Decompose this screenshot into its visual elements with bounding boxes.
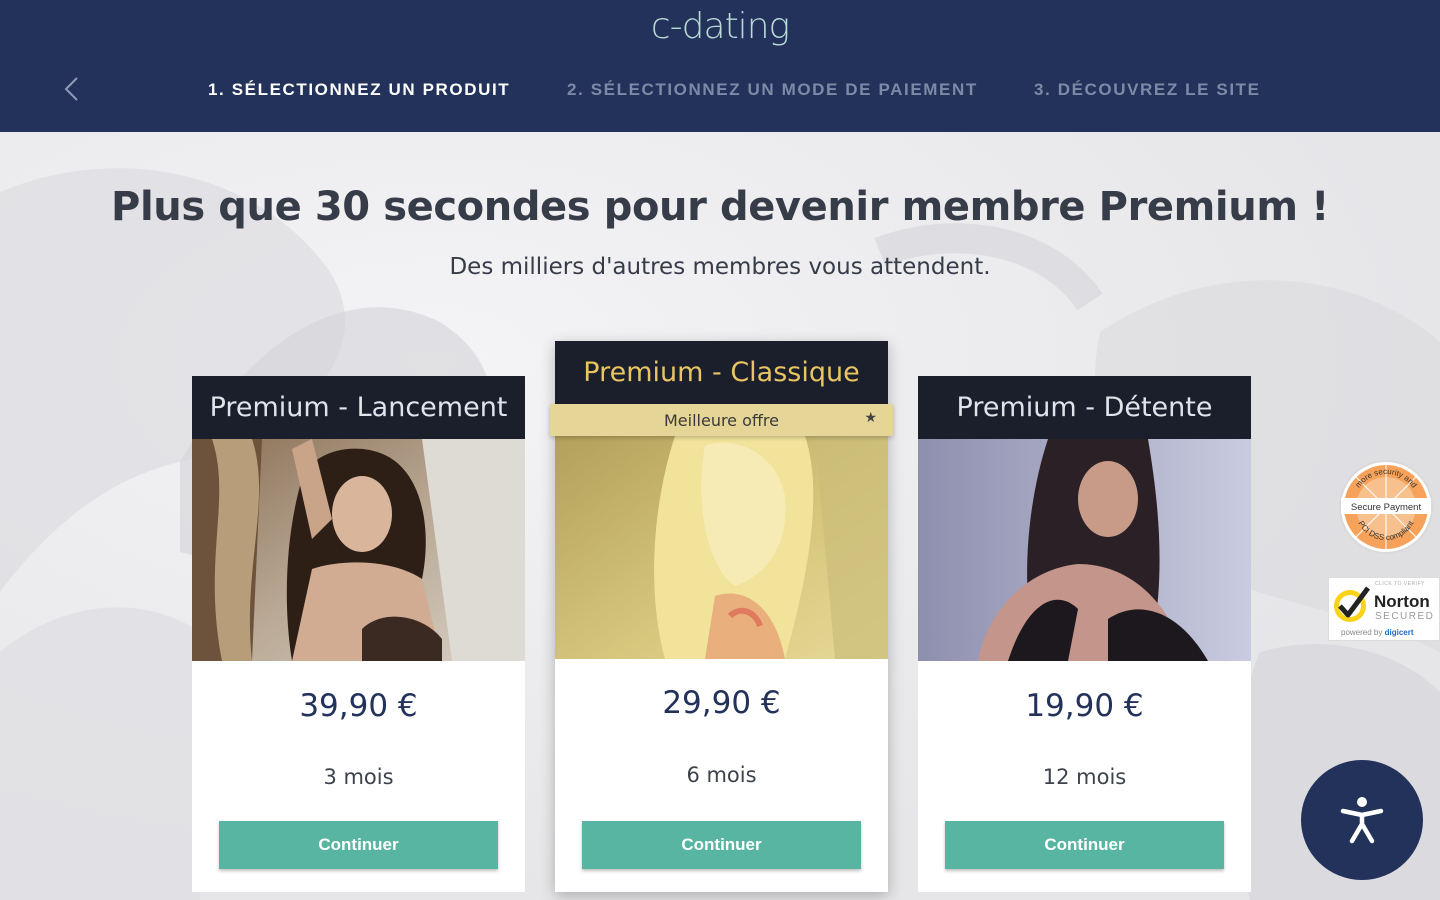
plan-duration: 12 mois <box>1042 765 1127 789</box>
step-select-product: 1. SÉLECTIONNEZ UN PRODUIT <box>208 80 511 99</box>
plan-duration: 3 mois <box>323 765 394 789</box>
best-offer-label: Meilleure offre <box>663 410 779 430</box>
norton-powered-by: powered by digicert <box>1341 628 1414 637</box>
step-discover-site: 3. DÉCOUVREZ LE SITE <box>1034 80 1261 99</box>
norton-secured-text: SECURED <box>1375 611 1435 622</box>
plan-price: 39,90 € <box>299 688 418 724</box>
continue-button-classique[interactable]: Continuer <box>582 821 861 869</box>
page-title: Plus que 30 secondes pour devenir membre… <box>111 184 1329 230</box>
norton-verify-text: CLICK TO VERIFY <box>1375 581 1425 587</box>
secure-payment-label: Secure Payment <box>1351 502 1422 513</box>
continue-button-lancement[interactable]: Continuer <box>219 821 498 869</box>
plan-title: Premium - Classique <box>555 341 888 404</box>
plan-price: 29,90 € <box>662 685 781 721</box>
plan-price: 19,90 € <box>1025 688 1144 724</box>
norton-check-icon <box>1334 586 1371 622</box>
secure-payment-badge[interactable]: Secure Payment more security and PCI DSS… <box>1337 459 1435 555</box>
plan-card-classique: Premium - Classique Meilleure offre ★ 29… <box>550 341 893 892</box>
continue-button-detente[interactable]: Continuer <box>945 821 1224 869</box>
plan-duration: 6 mois <box>686 763 757 787</box>
top-header: c-dating 1. SÉLECTIONNEZ UN PRODUIT 2. S… <box>0 0 1440 132</box>
norton-secured-badge[interactable]: CLICK TO VERIFY Norton SECURED powered b… <box>1328 577 1440 641</box>
plan-card-detente: Premium - Détente 19,90 € 12 mois Contin… <box>918 376 1251 892</box>
star-icon: ★ <box>864 410 877 426</box>
site-logo[interactable]: c-dating <box>0 6 1440 47</box>
checkout-steps: 1. SÉLECTIONNEZ UN PRODUIT 2. SÉLECTIONN… <box>0 80 1440 106</box>
page-subtitle: Des milliers d'autres membres vous atten… <box>449 254 991 280</box>
plan-photo <box>918 439 1251 661</box>
step-select-payment: 2. SÉLECTIONNEZ UN MODE DE PAIEMENT <box>567 80 978 99</box>
accessibility-icon <box>1340 797 1384 844</box>
plan-card-lancement: Premium - Lancement 39,90 € 3 mois Conti… <box>192 376 525 892</box>
plan-photo <box>555 436 888 659</box>
best-offer-ribbon: Meilleure offre ★ <box>550 404 893 436</box>
norton-title: Norton <box>1374 592 1430 611</box>
accessibility-button[interactable] <box>1301 760 1423 880</box>
plan-title: Premium - Détente <box>918 376 1251 439</box>
plan-photo <box>192 439 525 661</box>
plan-title: Premium - Lancement <box>192 376 525 439</box>
